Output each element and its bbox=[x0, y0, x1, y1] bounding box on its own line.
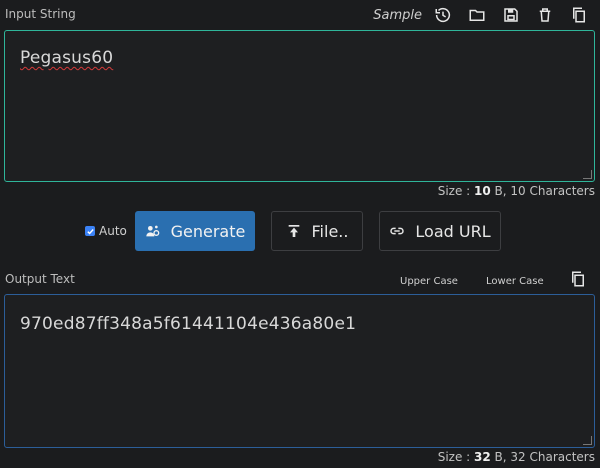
link-icon bbox=[390, 227, 405, 235]
output-textarea[interactable]: 970ed87ff348a5f61441104e436a80e1 bbox=[4, 294, 595, 448]
user-gear-icon bbox=[145, 225, 159, 237]
input-toolbar: Sample bbox=[373, 2, 596, 28]
folder-icon[interactable] bbox=[460, 2, 494, 28]
input-textarea[interactable]: Pegasus60 bbox=[4, 30, 595, 182]
output-size-info: Size : 32 B, 32 Characters bbox=[438, 450, 595, 464]
input-size-info: Size : 10 B, 10 Characters bbox=[438, 184, 595, 198]
save-icon[interactable] bbox=[494, 2, 528, 28]
output-resize-handle[interactable] bbox=[583, 436, 592, 445]
auto-label: Auto bbox=[99, 224, 127, 238]
output-copy-icon[interactable] bbox=[561, 266, 595, 292]
input-label: Input String bbox=[5, 7, 76, 21]
generate-button[interactable]: Generate bbox=[135, 211, 255, 251]
input-value: Pegasus60 bbox=[20, 48, 114, 68]
input-size-prefix: Size : bbox=[437, 184, 475, 198]
resize-handle[interactable] bbox=[583, 170, 592, 179]
upper-case-button[interactable]: Upper Case bbox=[400, 276, 458, 287]
output-size-bytes: 32 bbox=[474, 450, 491, 464]
history-icon[interactable] bbox=[426, 2, 460, 28]
output-size-prefix: Size : bbox=[437, 450, 475, 464]
generate-label: Generate bbox=[170, 221, 246, 241]
auto-toggle[interactable]: Auto bbox=[85, 224, 127, 238]
file-label: File.. bbox=[311, 221, 349, 241]
file-button[interactable]: File.. bbox=[271, 211, 363, 251]
output-label: Output Text bbox=[5, 272, 75, 286]
output-text: 970ed87ff348a5f61441104e436a80e1 bbox=[20, 314, 357, 334]
load-url-button[interactable]: Load URL bbox=[379, 211, 501, 251]
auto-checkbox[interactable] bbox=[85, 226, 95, 236]
input-size-suffix: B, 10 Characters bbox=[490, 184, 595, 198]
sample-link[interactable]: Sample bbox=[373, 8, 422, 23]
lower-case-button[interactable]: Lower Case bbox=[486, 276, 544, 287]
copy-icon[interactable] bbox=[562, 2, 596, 28]
load-url-label: Load URL bbox=[415, 221, 491, 241]
upload-icon bbox=[288, 225, 299, 237]
input-size-bytes: 10 bbox=[474, 184, 491, 198]
trash-icon[interactable] bbox=[528, 2, 562, 28]
output-size-suffix: B, 32 Characters bbox=[490, 450, 595, 464]
input-text: Pegasus60 bbox=[20, 48, 113, 68]
